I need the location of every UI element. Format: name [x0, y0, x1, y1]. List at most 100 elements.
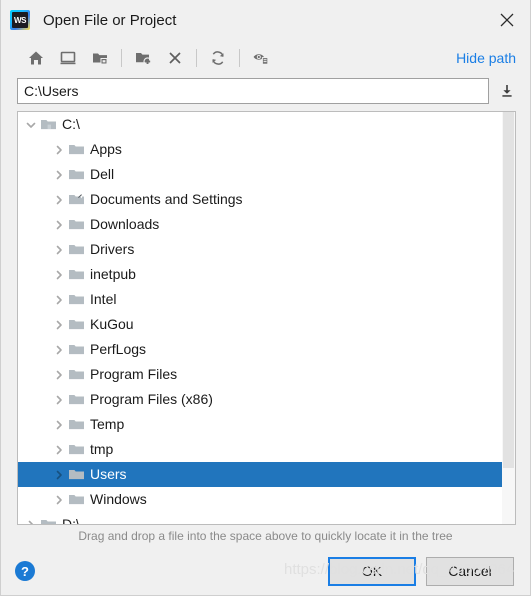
tree-row[interactable]: Intel: [18, 287, 515, 312]
tree-row-label: D:\: [62, 516, 80, 524]
home-icon[interactable]: [23, 45, 49, 71]
folder-icon: [68, 262, 88, 287]
chevron-right-icon[interactable]: [50, 462, 68, 487]
tree-row-label: PerfLogs: [90, 341, 147, 357]
drag-drop-hint: Drag and drop a file into the space abov…: [78, 529, 453, 543]
tree-row-label: inetpub: [90, 266, 136, 282]
tree-row[interactable]: C:\: [18, 112, 515, 137]
tree-row[interactable]: KuGou: [18, 312, 515, 337]
tree-row[interactable]: Program Files: [18, 362, 515, 387]
tree-row-label: Temp: [90, 416, 125, 432]
folder-icon: [68, 437, 88, 462]
tree-row[interactable]: Drivers: [18, 237, 515, 262]
tree-row-label: Windows: [90, 491, 147, 507]
chevron-right-icon[interactable]: [50, 162, 68, 187]
tree-row-label: Documents and Settings: [90, 191, 243, 207]
tree-row-label: Dell: [90, 166, 115, 182]
folder-icon: [68, 162, 88, 187]
directory-tree-panel: C:\ Apps Dell Documents and Settings Downloa…: [17, 111, 516, 525]
folder-icon: [68, 237, 88, 262]
help-icon[interactable]: ?: [15, 561, 35, 581]
tree-scrollbar[interactable]: [502, 112, 515, 524]
toolbar-separator-3: [239, 49, 240, 67]
chevron-right-icon[interactable]: [50, 312, 68, 337]
chevron-right-icon[interactable]: [22, 512, 40, 524]
chevron-right-icon[interactable]: [50, 262, 68, 287]
tree-row-label: Program Files: [90, 366, 178, 382]
toolbar: Hide path: [1, 40, 530, 76]
toolbar-separator-1: [121, 49, 122, 67]
cancel-button[interactable]: Cancel: [426, 556, 514, 586]
folder-icon: [68, 462, 88, 487]
drive-folder-icon: [40, 112, 60, 137]
folder-icon: [68, 212, 88, 237]
tree-row-label: Apps: [90, 141, 122, 157]
tree-row[interactable]: tmp: [18, 437, 515, 462]
title-bar: WS Open File or Project: [1, 0, 530, 40]
tree-row-label: Intel: [90, 291, 117, 307]
window-title: Open File or Project: [43, 11, 177, 29]
drive-folder-icon: [40, 512, 60, 524]
tree-row-label: Program Files (x86): [90, 391, 213, 407]
symlink-folder-icon: [68, 187, 88, 212]
footer-buttons: OK Cancel: [328, 556, 514, 586]
chevron-right-icon[interactable]: [50, 237, 68, 262]
chevron-right-icon[interactable]: [50, 187, 68, 212]
new-folder-icon[interactable]: [130, 45, 156, 71]
chevron-right-icon[interactable]: [50, 437, 68, 462]
path-input[interactable]: [17, 78, 489, 104]
path-row: [1, 76, 530, 106]
directory-tree[interactable]: C:\ Apps Dell Documents and Settings Downloa…: [18, 112, 515, 524]
tree-row[interactable]: PerfLogs: [18, 337, 515, 362]
open-file-or-project-dialog: WS Open File or Project Hide path C:\Use…: [0, 0, 531, 596]
folder-icon: [68, 312, 88, 337]
hide-path-link[interactable]: Hide path: [456, 50, 516, 66]
tree-row[interactable]: D:\: [18, 512, 515, 524]
folder-icon: [68, 137, 88, 162]
chevron-right-icon[interactable]: [50, 387, 68, 412]
tree-row[interactable]: Downloads: [18, 212, 515, 237]
toolbar-separator-2: [196, 49, 197, 67]
folder-icon: [68, 362, 88, 387]
folder-icon: [68, 487, 88, 512]
chevron-right-icon[interactable]: [50, 362, 68, 387]
chevron-down-icon[interactable]: [22, 112, 40, 137]
footer: ? https://blog.csdn.net/qq_46557964 OK C…: [1, 547, 530, 595]
tree-scrollbar-thumb[interactable]: [503, 112, 514, 468]
webstorm-icon: WS: [10, 10, 30, 30]
delete-icon[interactable]: [162, 45, 188, 71]
close-icon[interactable]: [484, 0, 530, 40]
chevron-right-icon[interactable]: [50, 487, 68, 512]
chevron-right-icon[interactable]: [50, 287, 68, 312]
tree-row-label: C:\: [62, 116, 80, 132]
tree-row[interactable]: Dell: [18, 162, 515, 187]
tree-row[interactable]: Users: [18, 462, 515, 487]
hint-row: Drag and drop a file into the space abov…: [1, 525, 530, 547]
tree-row-label: Downloads: [90, 216, 160, 232]
chevron-right-icon[interactable]: [50, 412, 68, 437]
folder-icon: [68, 337, 88, 362]
tree-row[interactable]: Temp: [18, 412, 515, 437]
tree-row-label: tmp: [90, 441, 114, 457]
tree-row[interactable]: Program Files (x86): [18, 387, 515, 412]
tree-row-label: Users: [90, 466, 127, 482]
desktop-icon[interactable]: [55, 45, 81, 71]
tree-row-label: KuGou: [90, 316, 134, 332]
webstorm-icon-label: WS: [12, 12, 28, 28]
chevron-right-icon[interactable]: [50, 137, 68, 162]
folder-icon: [68, 287, 88, 312]
tree-row[interactable]: Apps: [18, 137, 515, 162]
tree-row-label: Drivers: [90, 241, 135, 257]
project-folder-icon[interactable]: [87, 45, 113, 71]
chevron-right-icon[interactable]: [50, 212, 68, 237]
show-hidden-files-icon[interactable]: [248, 45, 274, 71]
tree-row[interactable]: inetpub: [18, 262, 515, 287]
tree-row[interactable]: Windows: [18, 487, 515, 512]
ok-button[interactable]: OK: [328, 556, 416, 586]
download-arrow-icon[interactable]: [494, 78, 520, 104]
folder-icon: [68, 387, 88, 412]
refresh-icon[interactable]: [205, 45, 231, 71]
chevron-right-icon[interactable]: [50, 337, 68, 362]
folder-icon: [68, 412, 88, 437]
tree-row[interactable]: Documents and Settings: [18, 187, 515, 212]
